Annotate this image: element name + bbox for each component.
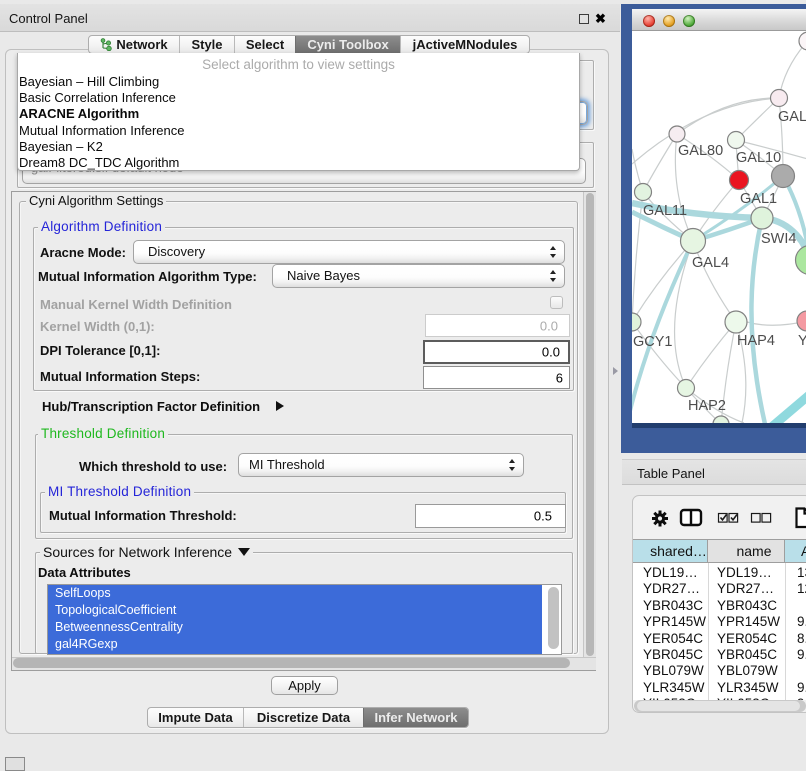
svg-text:YM: YM — [798, 333, 806, 349]
svg-text:GAL1: GAL1 — [740, 191, 777, 207]
svg-text:HAP4: HAP4 — [737, 333, 775, 349]
svg-text:GAL80: GAL80 — [678, 143, 723, 159]
svg-text:HAP2: HAP2 — [688, 398, 726, 414]
svg-text:GAL2: GAL2 — [778, 109, 806, 125]
svg-text:SWI4: SWI4 — [761, 231, 796, 247]
svg-text:GAL11: GAL11 — [643, 203, 687, 219]
svg-text:GCY1: GCY1 — [633, 334, 673, 350]
svg-text:GAL4: GAL4 — [692, 255, 729, 271]
svg-text:GAL10: GAL10 — [736, 150, 781, 166]
